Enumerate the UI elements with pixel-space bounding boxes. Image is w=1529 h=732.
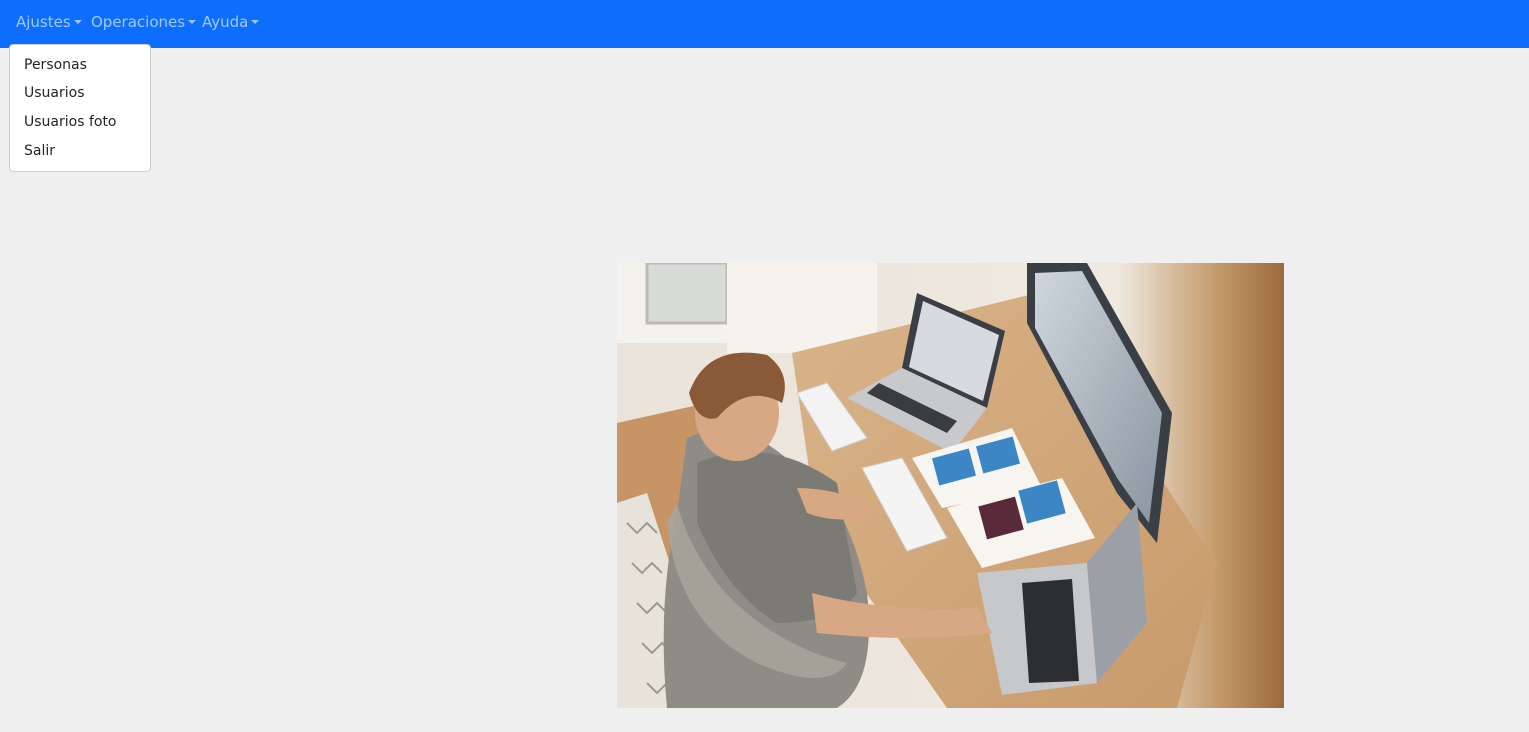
ajustes-dropdown-menu: Personas Usuarios Usuarios foto Salir	[9, 44, 151, 172]
chevron-down-icon	[251, 20, 260, 24]
menu-ayuda-label: Ayuda	[202, 13, 249, 31]
menu-operaciones-label: Operaciones	[91, 13, 186, 31]
menu-ajustes-label: Ajustes	[16, 13, 71, 31]
menu-ajustes[interactable]: Ajustes	[16, 0, 82, 48]
hero-photo-illustration	[617, 263, 1284, 708]
top-navbar: Ajustes Operaciones Ayuda	[0, 0, 1529, 48]
dropdown-item-usuarios-foto[interactable]: Usuarios foto	[24, 114, 117, 130]
menu-ayuda[interactable]: Ayuda	[202, 0, 260, 48]
dropdown-item-salir[interactable]: Salir	[24, 143, 55, 159]
hero-image	[617, 263, 1284, 708]
dropdown-item-personas[interactable]: Personas	[24, 57, 87, 73]
menu-operaciones[interactable]: Operaciones	[91, 0, 197, 48]
dropdown-item-usuarios[interactable]: Usuarios	[24, 85, 85, 101]
chevron-down-icon	[73, 20, 82, 24]
chevron-down-icon	[188, 20, 197, 24]
